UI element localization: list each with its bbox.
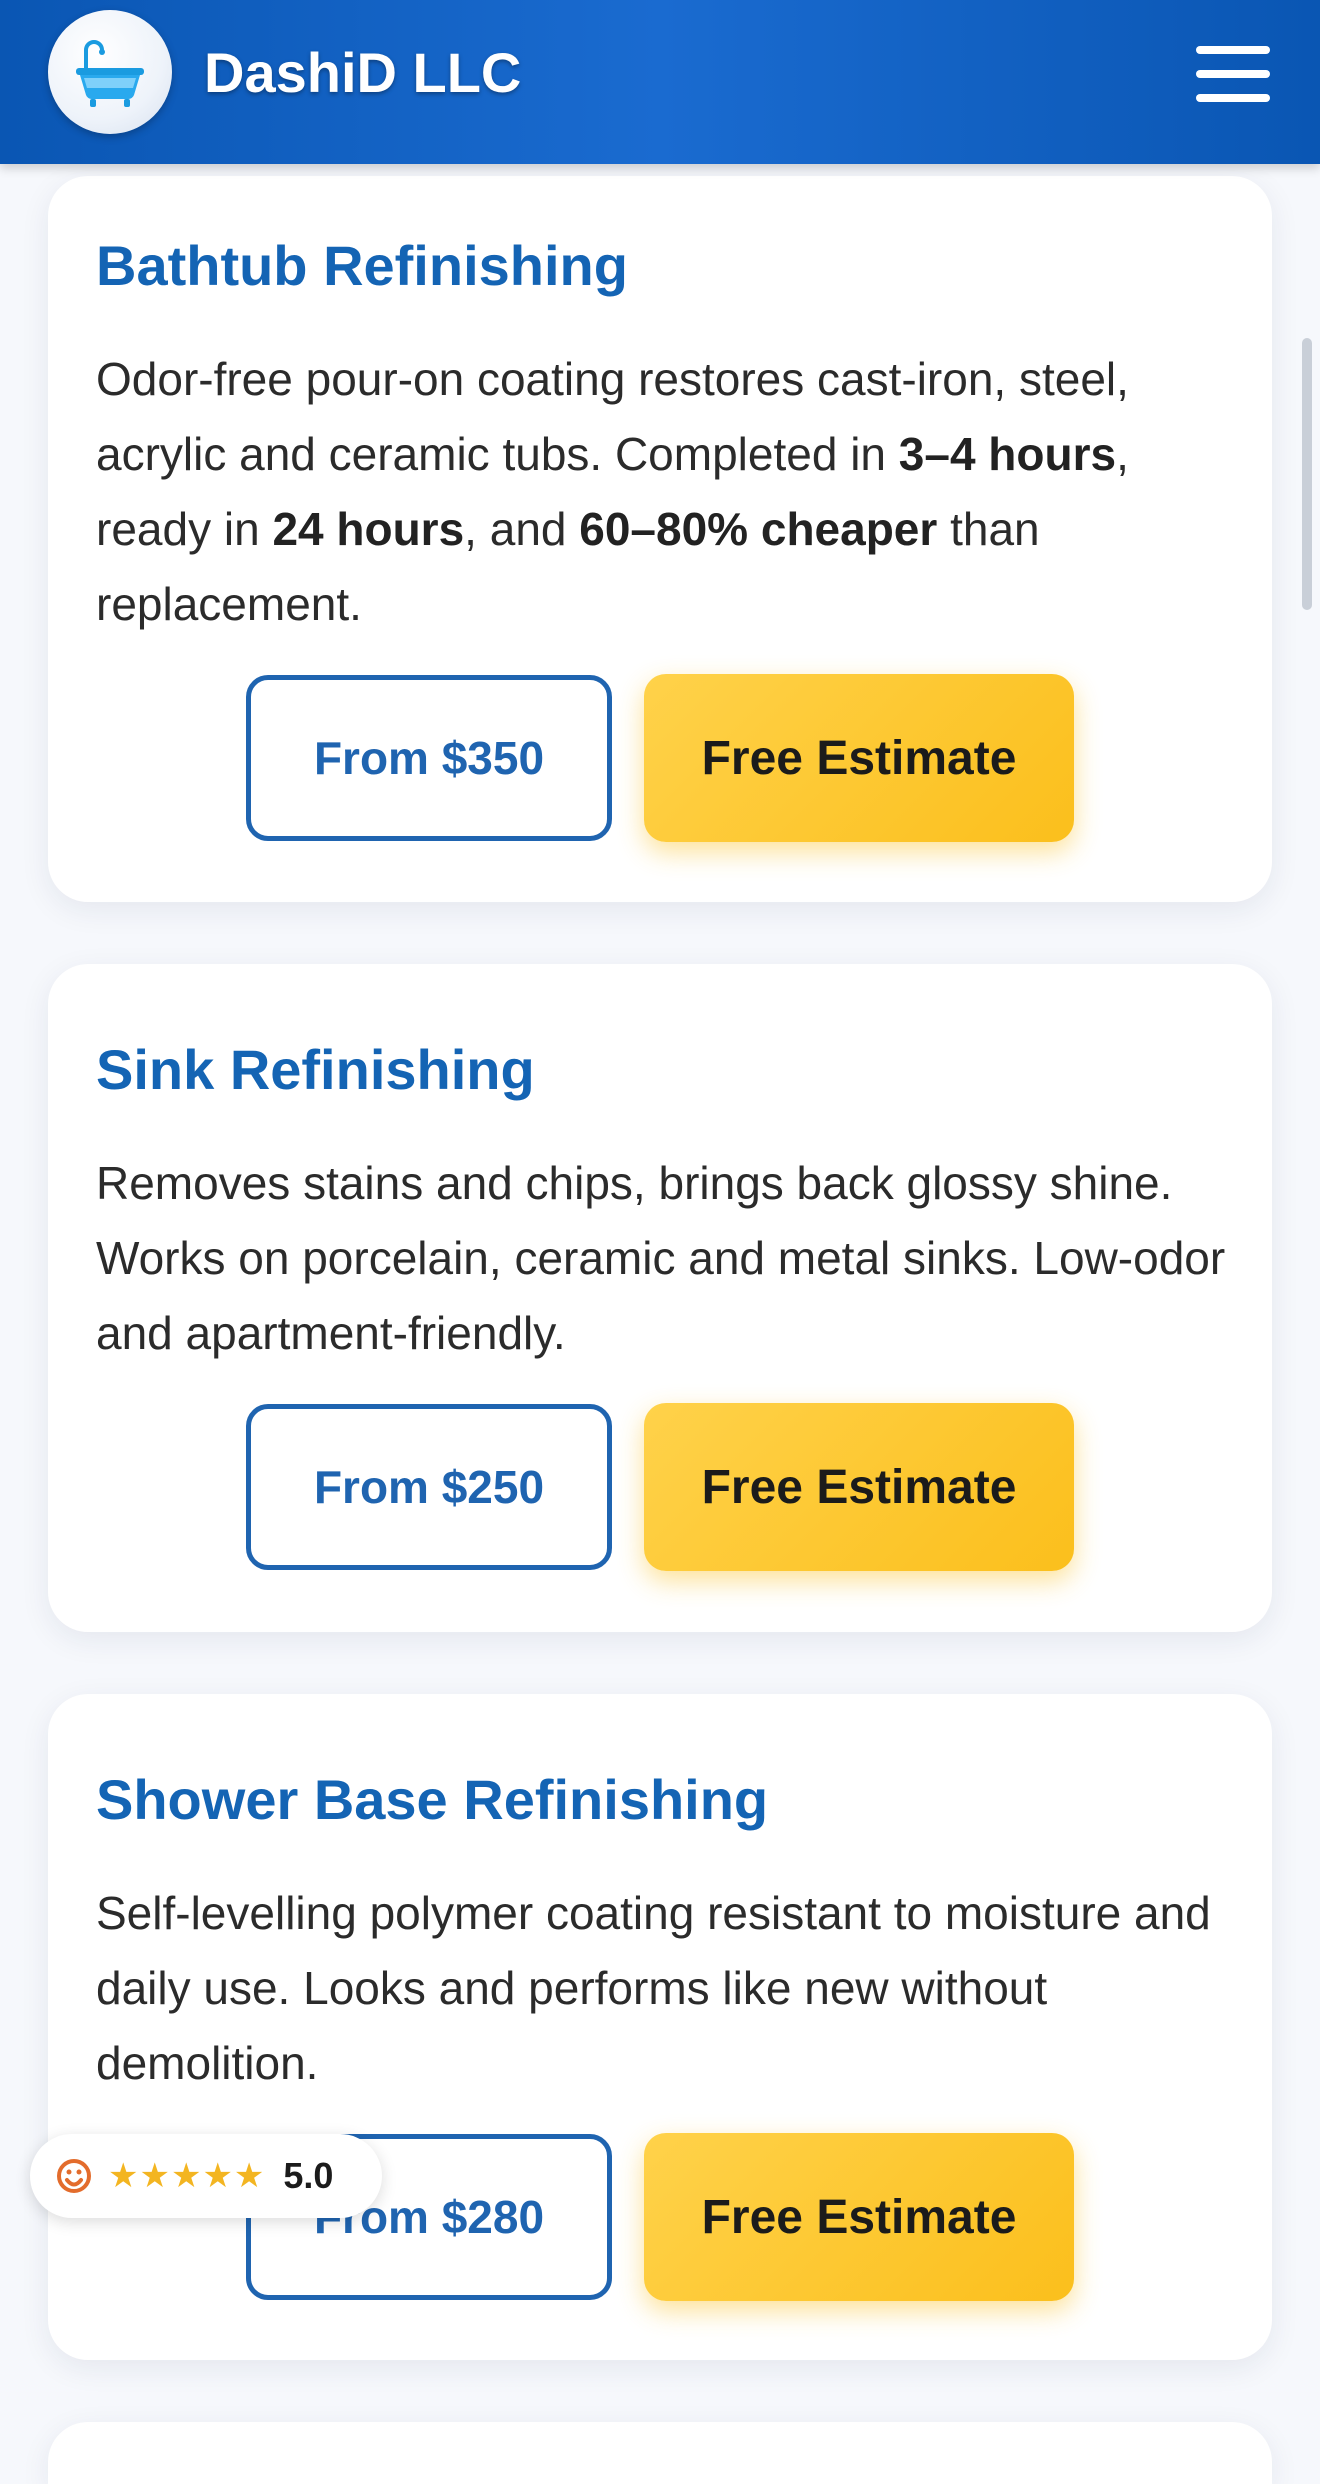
rating-stars: ★★★★★ <box>108 2157 266 2195</box>
brand-name[interactable]: DashiD LLC <box>204 38 521 108</box>
scrollbar-thumb[interactable] <box>1302 338 1312 610</box>
logo[interactable] <box>48 10 172 134</box>
hamburger-menu-icon[interactable] <box>1196 46 1270 102</box>
service-title: Sink Refinishing <box>96 1038 535 1101</box>
service-description: Removes stains and chips, brings back gl… <box>96 1157 1226 1359</box>
service-card-next <box>48 2422 1272 2484</box>
free-estimate-button[interactable]: Free Estimate <box>644 1403 1074 1571</box>
service-description: Self-levelling polymer coating resistant… <box>96 1887 1211 2089</box>
service-title: Bathtub Refinishing <box>96 234 628 297</box>
price-button[interactable]: From $350 <box>246 675 612 841</box>
service-card-sink: Sink Refinishing Removes stains and chip… <box>48 964 1272 1632</box>
bathtub-icon <box>76 40 144 107</box>
service-card-shower-base: Shower Base Refinishing Self-levelling p… <box>48 1694 1272 2360</box>
menu-bar <box>1196 46 1270 54</box>
menu-bar <box>1196 70 1270 78</box>
price-button[interactable]: From $250 <box>246 1404 612 1570</box>
service-title: Shower Base Refinishing <box>96 1768 769 1831</box>
service-card-bathtub: Bathtub Refinishing Odor-free pour-on co… <box>48 176 1272 902</box>
site-header: DashiD LLC <box>0 0 1320 164</box>
service-description: Odor-free pour-on coating restores cast-… <box>96 353 1129 630</box>
menu-bar <box>1196 94 1270 102</box>
free-estimate-button[interactable]: Free Estimate <box>644 674 1074 842</box>
review-source-icon <box>54 2156 94 2196</box>
rating-badge[interactable]: ★★★★★ 5.0 <box>30 2134 382 2218</box>
rating-score: 5.0 <box>283 2155 334 2196</box>
free-estimate-button[interactable]: Free Estimate <box>644 2133 1074 2301</box>
